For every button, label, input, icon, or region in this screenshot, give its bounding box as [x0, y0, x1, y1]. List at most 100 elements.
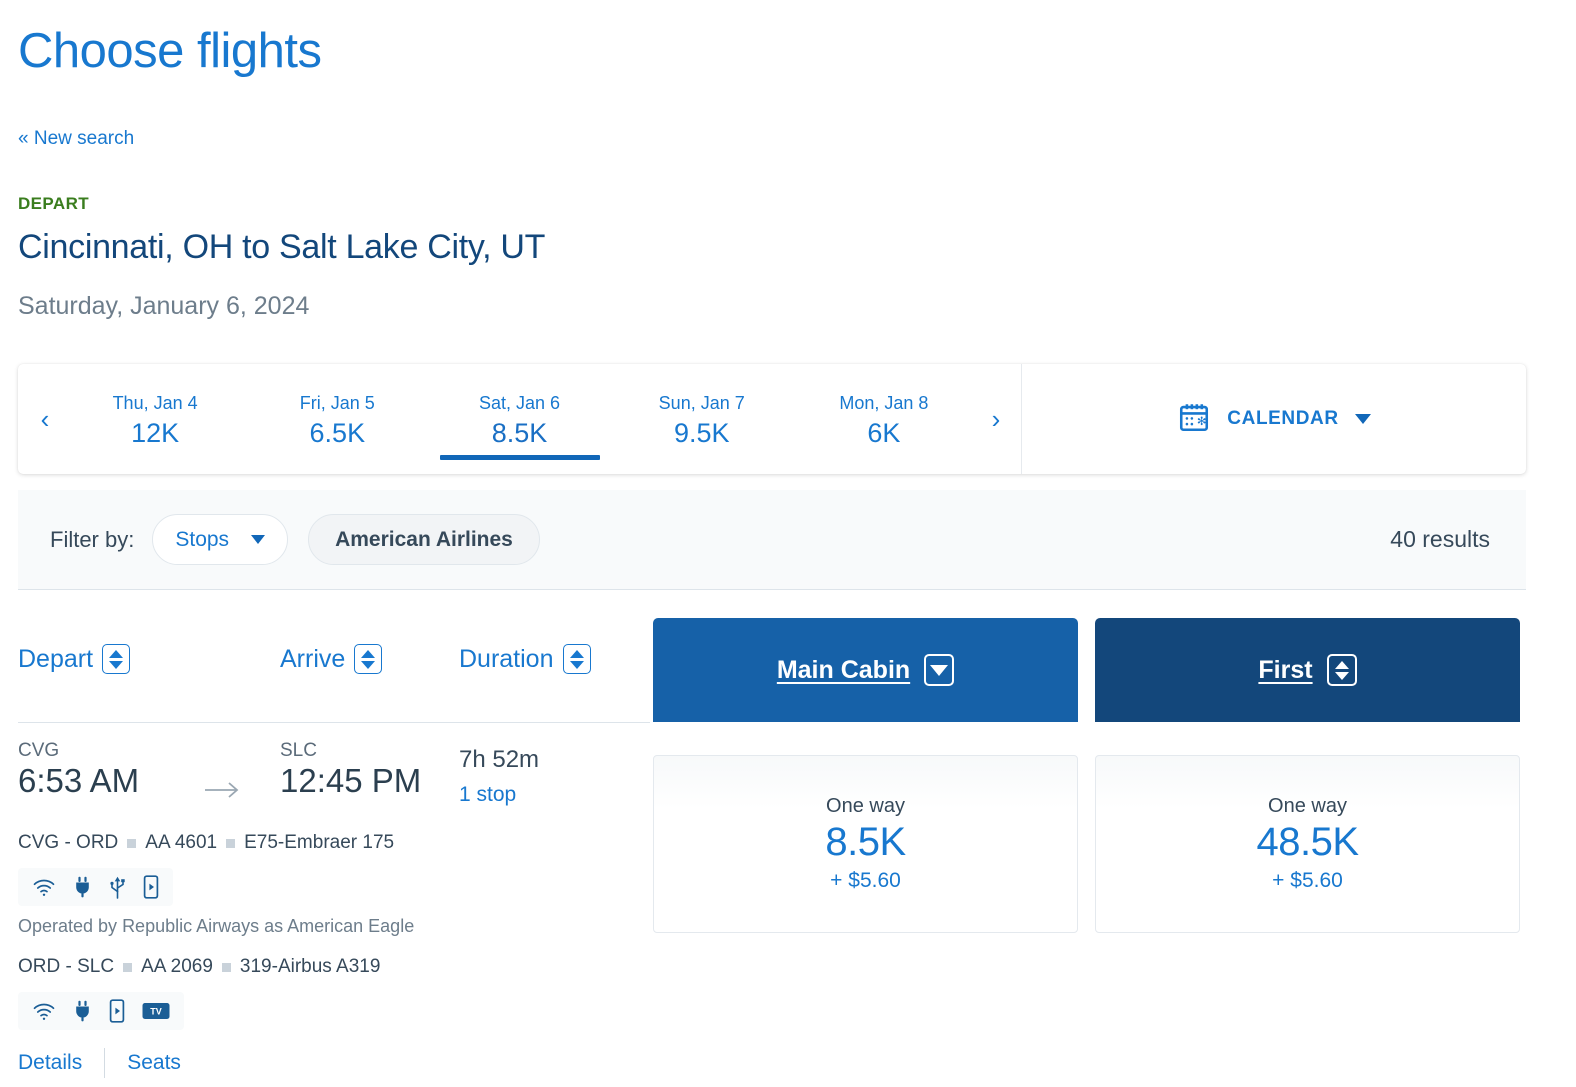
row-action-links: Details Seats	[18, 1048, 181, 1078]
device-streaming-icon	[109, 999, 125, 1023]
chevron-right-icon[interactable]: ›	[979, 406, 1013, 432]
first-tax: + $5.60	[1272, 869, 1343, 893]
first-label: First	[1258, 656, 1312, 685]
power-outlet-icon	[73, 876, 92, 898]
duration-info: 7h 52m 1 stop	[459, 746, 539, 807]
separator-square	[123, 963, 132, 972]
new-search-link[interactable]: « New search	[18, 128, 134, 150]
depart-info: CVG 6:53 AM	[18, 740, 139, 800]
route-title: Cincinnati, OH to Salt Lake City, UT	[18, 228, 545, 267]
segment-2-info: ORD - SLC AA 2069 319-Airbus A319	[18, 956, 380, 978]
stops-link[interactable]: 1 stop	[459, 783, 539, 807]
date-tab-thu-jan-4[interactable]: Thu, Jan 4 12K	[64, 364, 246, 474]
segment-1-aircraft: E75-Embraer 175	[244, 832, 394, 854]
date-tab-price: 6.5K	[310, 418, 366, 449]
sort-icon	[102, 644, 130, 674]
separator-square	[226, 839, 235, 848]
sort-icon	[1327, 654, 1357, 686]
main-cabin-fare-type: One way	[826, 795, 905, 818]
date-tab-price: 6K	[867, 418, 900, 449]
seats-link[interactable]: Seats	[127, 1051, 181, 1075]
first-column-header[interactable]: First	[1095, 618, 1520, 722]
arrive-column-label: Arrive	[280, 645, 345, 674]
date-tab-mon-jan-8[interactable]: Mon, Jan 8 6K	[793, 364, 975, 474]
segment-1-route: CVG - ORD	[18, 832, 118, 854]
calendar-icon: ✻	[1177, 400, 1211, 439]
segment-1-amenities	[18, 868, 173, 906]
date-tab-fri-jan-5[interactable]: Fri, Jan 5 6.5K	[246, 364, 428, 474]
first-fare-type: One way	[1268, 795, 1347, 818]
first-price-card[interactable]: One way 48.5K + $5.60	[1095, 755, 1520, 933]
row-divider	[18, 722, 650, 723]
choose-flights-page: Choose flights « New search DEPART Cinci…	[0, 0, 1576, 1087]
date-tab-sat-jan-6[interactable]: Sat, Jan 6 8.5K	[428, 364, 610, 474]
svg-text:TV: TV	[150, 1007, 162, 1017]
depart-column-label: Depart	[18, 645, 93, 674]
sort-icon	[563, 644, 591, 674]
sort-icon	[354, 644, 382, 674]
segment-2-flight-number: AA 2069	[141, 956, 213, 978]
segment-2-amenities: TV	[18, 992, 184, 1030]
route-date: Saturday, January 6, 2024	[18, 292, 309, 321]
arrive-airport-code: SLC	[280, 740, 421, 762]
date-tabs-container: ‹ Thu, Jan 4 12K Fri, Jan 5 6.5K Sat, Ja…	[18, 364, 1021, 474]
date-tab-price: 8.5K	[492, 418, 548, 449]
main-cabin-price-card[interactable]: One way 8.5K + $5.60	[653, 755, 1078, 933]
depart-time: 6:53 AM	[18, 762, 139, 800]
arrive-info: SLC 12:45 PM	[280, 740, 421, 800]
duration-column-label: Duration	[459, 645, 554, 674]
date-tab-day: Fri, Jan 5	[300, 393, 375, 414]
results-count: 40 results	[1390, 526, 1490, 553]
date-tab-day: Sat, Jan 6	[479, 393, 560, 414]
segment-1-flight-number: AA 4601	[145, 832, 217, 854]
sort-by-depart[interactable]: Depart	[18, 644, 130, 674]
wifi-icon	[32, 1002, 56, 1021]
sort-by-duration[interactable]: Duration	[459, 644, 591, 674]
details-link[interactable]: Details	[18, 1051, 82, 1075]
segment-2-route: ORD - SLC	[18, 956, 114, 978]
separator-square	[127, 839, 136, 848]
segment-2-aircraft: 319-Airbus A319	[240, 956, 381, 978]
calendar-button[interactable]: ✻ CALENDAR	[1021, 364, 1526, 474]
main-cabin-award-amount: 8.5K	[825, 820, 905, 865]
date-tab-underline	[440, 455, 600, 460]
usb-port-icon	[109, 876, 126, 899]
main-cabin-column-header[interactable]: Main Cabin	[653, 618, 1078, 722]
date-tab-price: 12K	[131, 418, 179, 449]
chevron-left-icon[interactable]: ‹	[28, 406, 62, 432]
calendar-label: CALENDAR	[1227, 408, 1338, 430]
power-outlet-icon	[73, 1000, 92, 1022]
airline-filter-label: American Airlines	[335, 528, 513, 552]
main-cabin-label: Main Cabin	[777, 656, 910, 685]
separator-square	[222, 963, 231, 972]
date-tab-day: Thu, Jan 4	[113, 393, 198, 414]
operated-by-text: Operated by Republic Airways as American…	[18, 916, 414, 937]
segment-1-info: CVG - ORD AA 4601 E75-Embraer 175	[18, 832, 394, 854]
wifi-icon	[32, 878, 56, 897]
tv-icon: TV	[142, 1001, 170, 1021]
chevron-down-icon	[924, 654, 954, 686]
sort-by-arrive[interactable]: Arrive	[280, 644, 382, 674]
link-divider	[104, 1048, 105, 1078]
arrive-time: 12:45 PM	[280, 762, 421, 800]
device-streaming-icon	[143, 875, 159, 899]
airline-filter-chip[interactable]: American Airlines	[308, 514, 540, 565]
arrow-right-icon	[204, 780, 244, 800]
date-tab-day: Mon, Jan 8	[839, 393, 928, 414]
date-tab-day: Sun, Jan 7	[659, 393, 745, 414]
date-tab-sun-jan-7[interactable]: Sun, Jan 7 9.5K	[611, 364, 793, 474]
chevron-down-icon	[251, 535, 265, 544]
first-award-amount: 48.5K	[1256, 820, 1358, 865]
depart-label: DEPART	[18, 194, 89, 214]
filter-by-label: Filter by:	[50, 527, 134, 553]
date-tabs: Thu, Jan 4 12K Fri, Jan 5 6.5K Sat, Jan …	[18, 364, 1021, 474]
stops-filter-label: Stops	[175, 528, 229, 552]
svg-text:✻: ✻	[1197, 415, 1207, 427]
flight-duration: 7h 52m	[459, 746, 539, 774]
filter-bar: Filter by: Stops American Airlines 40 re…	[18, 490, 1526, 590]
stops-filter-dropdown[interactable]: Stops	[152, 514, 288, 565]
main-cabin-tax: + $5.60	[830, 869, 901, 893]
depart-airport-code: CVG	[18, 740, 139, 762]
page-title: Choose flights	[18, 26, 322, 77]
date-tab-price: 9.5K	[674, 418, 730, 449]
